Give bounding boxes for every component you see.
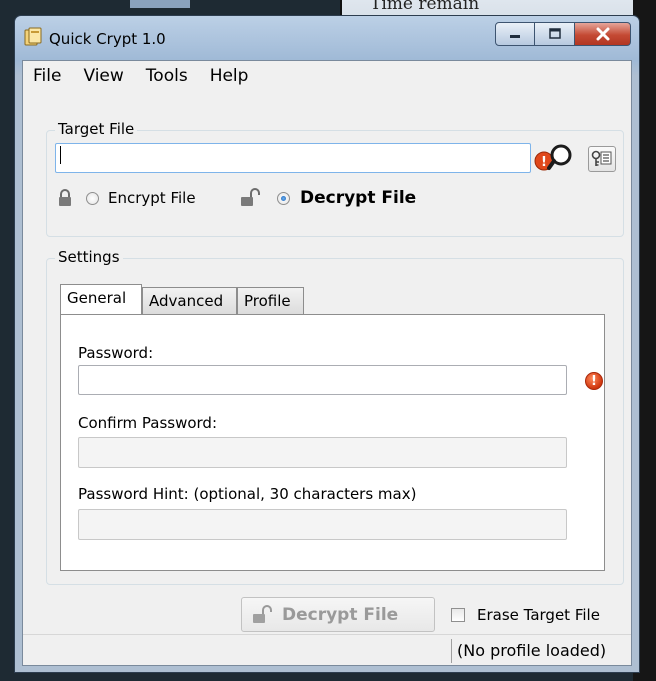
quick-crypt-window: Quick Crypt 1.0 File View Tools Help Tar…: [14, 15, 640, 673]
settings-legend: Settings: [55, 248, 123, 266]
password-error-icon: !: [585, 372, 603, 390]
background-window-text: Time remain: [370, 0, 480, 14]
close-button[interactable]: [575, 22, 631, 46]
maximize-button[interactable]: [535, 22, 575, 46]
lock-closed-icon: [59, 189, 71, 206]
decrypt-file-button-label: Decrypt File: [282, 604, 399, 625]
lock-open-icon: [253, 605, 272, 623]
status-bar: (No profile loaded): [23, 634, 631, 665]
tab-profile[interactable]: Profile: [237, 287, 304, 314]
window-title: Quick Crypt 1.0: [49, 30, 166, 48]
key-list-icon: [591, 150, 612, 166]
menu-help[interactable]: Help: [210, 64, 249, 88]
caption-buttons: [495, 22, 631, 48]
menu-bar: File View Tools Help: [23, 61, 631, 91]
client-area: File View Tools Help Target File ! Encry…: [22, 60, 632, 666]
menu-tools[interactable]: Tools: [146, 64, 188, 88]
decrypt-radio[interactable]: [277, 192, 290, 205]
app-icon: [24, 27, 42, 46]
title-bar[interactable]: Quick Crypt 1.0: [15, 16, 639, 60]
svg-text:!: !: [541, 155, 547, 170]
erase-target-label[interactable]: Erase Target File: [477, 606, 600, 624]
password-label: Password:: [78, 344, 154, 362]
key-manager-button[interactable]: [588, 146, 616, 172]
background-taskbar-strip: [130, 0, 190, 8]
password-hint-input[interactable]: [78, 509, 567, 540]
confirm-password-label: Confirm Password:: [78, 414, 218, 432]
tab-general[interactable]: General: [60, 284, 142, 314]
status-separator: [451, 639, 452, 663]
menu-view[interactable]: View: [83, 64, 123, 88]
maximize-icon: [548, 28, 561, 39]
encrypt-label[interactable]: Encrypt File: [108, 189, 196, 207]
minimize-icon: [510, 35, 520, 38]
lock-open-icon: [241, 188, 260, 206]
password-hint-label: Password Hint: (optional, 30 characters …: [78, 485, 417, 503]
minimize-button[interactable]: [495, 22, 535, 46]
decrypt-file-button[interactable]: Decrypt File: [241, 597, 435, 632]
browse-file-icon[interactable]: !: [533, 141, 575, 175]
settings-tabs: General Advanced Profile: [60, 284, 605, 317]
decrypt-label[interactable]: Decrypt File: [300, 188, 416, 208]
password-input[interactable]: [78, 365, 567, 395]
target-file-legend: Target File: [55, 120, 138, 138]
encrypt-radio[interactable]: [86, 192, 99, 205]
erase-target-checkbox[interactable]: [451, 608, 465, 622]
tab-advanced[interactable]: Advanced: [142, 287, 237, 314]
close-icon: [596, 27, 609, 41]
menu-file[interactable]: File: [33, 64, 61, 88]
profile-status: (No profile loaded): [457, 641, 607, 660]
target-file-input[interactable]: [55, 143, 531, 173]
confirm-password-input[interactable]: [78, 437, 567, 468]
text-cursor: [60, 145, 61, 164]
